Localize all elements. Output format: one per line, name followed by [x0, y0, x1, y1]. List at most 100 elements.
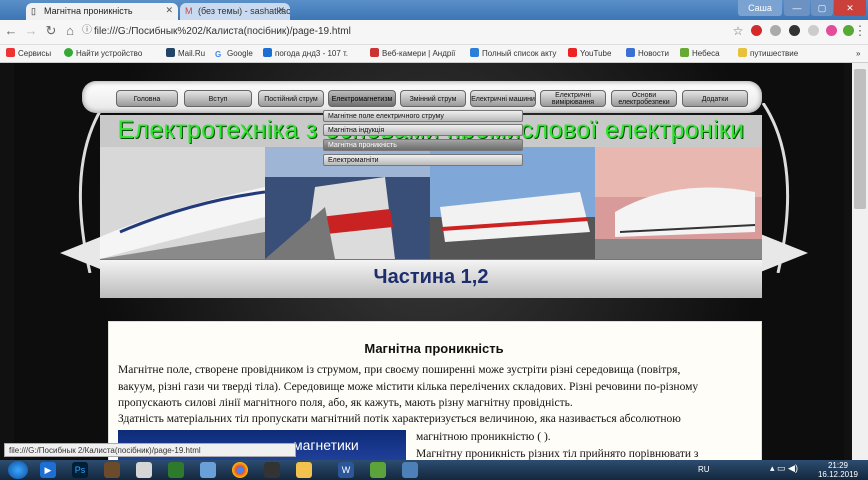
tray-icons[interactable]: ▴ ▭ ◀) [770, 463, 800, 477]
menu-item-home[interactable]: Головна [116, 90, 178, 107]
site-menu-bar: Головна Вступ Постійний струм Електромаг… [82, 81, 762, 113]
start-button[interactable] [8, 461, 28, 479]
bookmark-item[interactable]: Новости [626, 47, 669, 60]
minecraft-icon[interactable] [104, 462, 120, 478]
taskbar-app-icon[interactable] [264, 462, 280, 478]
article-line: Магнітну проникність різних тіл прийнято… [416, 448, 699, 460]
electromagnetism-dropdown: Магнітне поле електричного струму Магніт… [323, 110, 523, 170]
taskbar-app-icon[interactable] [200, 462, 216, 478]
bookmark-label: погода днд3 - 107 т. [275, 49, 349, 58]
browser-tab-active[interactable]: ▯ Магнітна проникність ✕ [26, 3, 178, 20]
bookmark-label: Mail.Ru [178, 49, 206, 58]
bookmark-label: Небеса [692, 49, 720, 58]
bookmark-label: Найти устройство [76, 49, 143, 58]
bookmark-label: Google [227, 49, 253, 58]
mail-icon: M [185, 6, 193, 16]
article-line: пропускають силові лінії магнітного поля… [118, 397, 573, 409]
bookmark-label: Веб-камери | Андрії [382, 49, 456, 58]
image-caption: магнетики [293, 437, 359, 453]
menu-item-dc[interactable]: Постійний струм [258, 90, 324, 107]
clock-time: 21:29 [827, 461, 849, 470]
info-icon[interactable]: ⓘ [80, 24, 94, 38]
bookmark-label: YouTube [580, 49, 612, 58]
article-title: Магнітна проникність [364, 341, 504, 356]
menu-item-electromagnetism[interactable]: Електромагнетизм [328, 90, 396, 107]
close-window-button[interactable]: ✕ [834, 0, 866, 16]
menu-item-machines[interactable]: Електричні машини [470, 90, 536, 107]
clock-date: 16.12.2019 [817, 470, 859, 479]
bookmark-item[interactable]: YouTube [568, 47, 611, 60]
taskbar-app-icon[interactable] [168, 462, 184, 478]
bookmark-label: Полный список акту [482, 49, 557, 58]
decorative-scroll-right [758, 103, 808, 273]
bookmark-item[interactable]: Сервисы [6, 47, 51, 60]
article-line: Здатність матеріальних тіл пропускати ма… [118, 413, 681, 425]
menu-icon[interactable]: ⋮ [853, 24, 867, 38]
extension-icon[interactable] [808, 25, 819, 36]
close-icon[interactable]: ✕ [277, 5, 285, 16]
forward-icon[interactable]: → [24, 24, 38, 38]
extension-icon[interactable] [826, 25, 837, 36]
minimize-button[interactable]: — [784, 0, 810, 16]
window-user-badge: Саша [738, 0, 782, 16]
bookmark-item[interactable]: Веб-камери | Андрії [370, 47, 455, 60]
system-clock[interactable]: 21:29 16.12.2019 [810, 461, 866, 479]
language-indicator[interactable]: RU [698, 465, 738, 477]
dropdown-item[interactable]: Електромагніти [323, 154, 523, 166]
star-icon[interactable]: ☆ [731, 24, 745, 38]
bookmark-item[interactable]: путишествие [738, 47, 798, 60]
bookmark-item[interactable]: Полный список акту [470, 47, 556, 60]
dropdown-item[interactable]: Магнітне поле електричного струму [323, 110, 523, 122]
menu-item-ac[interactable]: Змінний струм [400, 90, 466, 107]
train-photo-1 [100, 147, 265, 259]
bookmark-item[interactable]: Небеса [680, 47, 720, 60]
page-viewport: Головна Вступ Постійний струм Електромаг… [0, 63, 868, 460]
reload-icon[interactable]: ↻ [44, 24, 58, 38]
article-line: вакуум, різні гази чи тверді тіла). Сере… [118, 381, 699, 393]
tab-title: Магнітна проникність [44, 6, 133, 16]
taskbar-app-icon[interactable] [370, 462, 386, 478]
extension-icon[interactable] [770, 25, 781, 36]
bookmarks-bar: Сервисы Найти устройство Mail.Ru G Google… [0, 45, 868, 63]
chrome-icon[interactable] [232, 462, 248, 478]
tab-title: (без темы) - sashatkach [198, 6, 290, 16]
bookmark-label: Новости [638, 49, 669, 58]
close-icon[interactable]: ✕ [165, 5, 173, 16]
taskbar-app-icon[interactable]: ▶ [40, 462, 56, 478]
bookmark-item[interactable]: G Google [215, 47, 253, 60]
taskbar-app-icon[interactable] [402, 462, 418, 478]
article-line: Магнітне поле, створене провідником із с… [118, 364, 681, 376]
bookmark-label: путишествие [750, 49, 799, 58]
bookmark-item[interactable]: Mail.Ru [166, 47, 205, 60]
dropdown-item[interactable]: Магнітна індукція [323, 124, 523, 136]
photoshop-icon[interactable]: Ps [72, 462, 88, 478]
bookmark-item[interactable]: Найти устройство [64, 47, 142, 60]
browser-tab-mail[interactable]: M (без темы) - sashatkach ✕ [180, 3, 290, 20]
adblock-icon[interactable] [751, 25, 762, 36]
more-bookmarks-icon[interactable]: » [856, 47, 860, 60]
url-field[interactable]: file:///G:/Посибнык%202/Калиста(посібник… [94, 23, 694, 40]
page-icon: ▯ [31, 6, 36, 16]
part-label: Частина 1,2 [373, 266, 489, 288]
menu-item-safety[interactable]: Основи електробезпеки [611, 90, 677, 107]
article-line: магнітною проникністю ( ). [416, 431, 551, 443]
menu-item-measurements[interactable]: Електричні вимірювання [540, 90, 606, 107]
maximize-button[interactable]: ▢ [811, 0, 833, 16]
audio-icon[interactable] [789, 25, 800, 36]
folder-icon[interactable] [296, 462, 312, 478]
dropdown-item[interactable]: Магнітна проникність [323, 139, 523, 151]
browser-tab-strip: ▯ Магнітна проникність ✕ M (без темы) - … [0, 0, 868, 20]
menu-item-appendix[interactable]: Додатки [682, 90, 748, 107]
word-icon[interactable]: W [338, 462, 354, 478]
home-icon[interactable]: ⌂ [63, 24, 77, 38]
bookmark-item[interactable]: погода днд3 - 107 т. [263, 47, 348, 60]
status-url-tooltip: file:///G:/Посибнык 2/Калиста(посібник)/… [4, 443, 296, 457]
back-icon[interactable]: ← [4, 24, 18, 38]
bookmark-label: Сервисы [18, 49, 52, 58]
menu-item-intro[interactable]: Вступ [184, 90, 252, 107]
scrollbar-thumb[interactable] [854, 69, 866, 209]
window-user-name: Саша [748, 3, 772, 13]
taskbar-app-icon[interactable] [136, 462, 152, 478]
train-photo-4 [595, 147, 762, 259]
address-toolbar: ← → ↻ ⌂ ⓘ file:///G:/Посибнык%202/Калист… [0, 20, 868, 45]
